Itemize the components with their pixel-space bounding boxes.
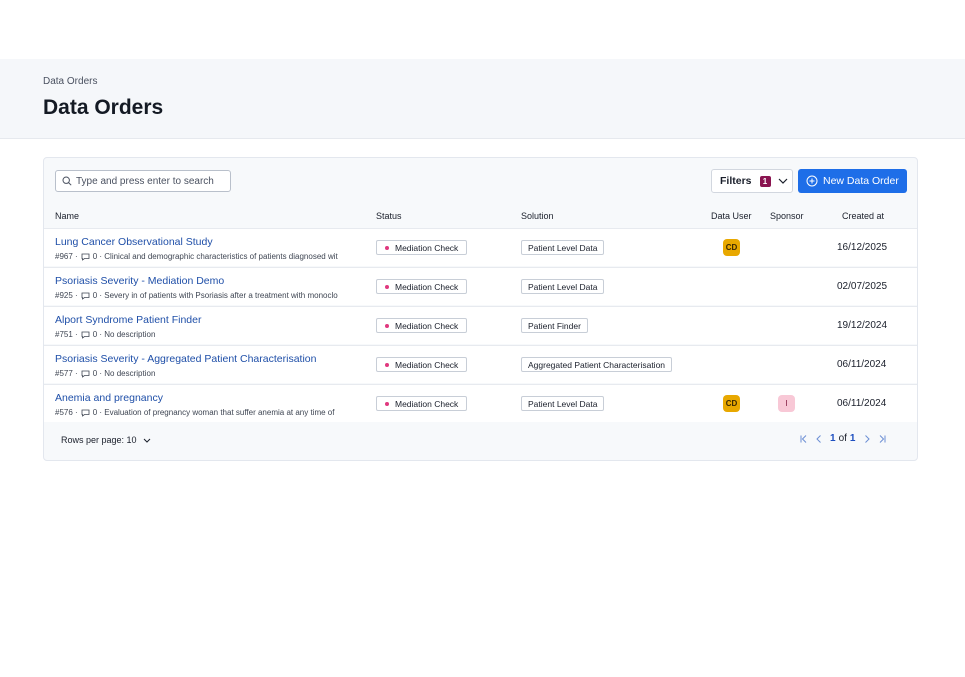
status-dot [385,245,389,250]
comment-count: 0 [92,291,98,300]
current-page: 1 [830,433,836,444]
order-description: · Severy in of patients with Psoriasis a… [99,291,338,300]
toolbar: Filters 1 New Data Order [44,158,917,204]
comment-icon [81,370,90,378]
table-row[interactable]: Anemia and pregnancy #576 · 0 · Evaluati… [44,384,917,422]
total-pages: 1 [849,433,856,444]
order-description: · No description [99,369,156,378]
created-date: 02/07/2025 [837,281,888,292]
comment-icon [81,409,90,417]
status-dot [385,284,389,289]
column-header-status[interactable]: Status [376,211,402,221]
order-id: #577 · [55,369,78,378]
order-name-link[interactable]: Alport Syndrome Patient Finder [55,314,202,326]
search-input[interactable] [76,175,226,187]
order-meta: #925 · 0 · Severy in of patients with Ps… [55,291,365,300]
created-date: 16/12/2025 [837,242,888,253]
order-name-link[interactable]: Psoriasis Severity - Aggregated Patient … [55,353,316,365]
table-footer: Rows per page: 10 1 of 1 [44,422,917,460]
comment-count: 0 [92,369,98,378]
comment-icon [81,292,90,300]
solution-tag: Patient Level Data [521,240,605,255]
comment-count: 0 [92,408,98,417]
order-meta: #967 · 0 · Clinical and demographic char… [55,252,365,261]
previous-page-icon[interactable] [811,434,826,444]
status-badge: Mediation Check [376,279,468,294]
pagination: 1 of 1 [796,433,889,444]
status-label: Mediation Check [395,242,459,253]
solution-tag: Patient Level Data [521,279,605,294]
column-header-data-user[interactable]: Data User [711,211,752,221]
solution-tag: Patient Finder [521,318,588,333]
created-date: 19/12/2024 [837,320,888,331]
order-id: #967 · [55,252,78,261]
last-page-icon[interactable] [874,434,889,444]
first-page-icon[interactable] [796,434,811,444]
order-meta: #576 · 0 · Evaluation of pregnancy woman… [55,408,365,417]
status-label: Mediation Check [395,398,459,409]
search-box[interactable] [55,170,231,192]
filters-count-badge: 1 [759,175,771,187]
plus-circle-icon [806,175,818,187]
data-user-avatar[interactable]: CD [723,239,740,256]
created-date: 06/11/2024 [837,359,887,370]
comment-count: 0 [92,252,98,261]
order-name-link[interactable]: Lung Cancer Observational Study [55,236,213,248]
order-name-link[interactable]: Anemia and pregnancy [55,392,163,404]
rows-per-page-label: Rows per page: 10 [61,435,137,445]
sponsor-avatar[interactable]: I [778,395,795,412]
chevron-down-icon [778,178,787,184]
chevron-down-icon [143,438,150,443]
column-header-sponsor[interactable]: Sponsor [770,211,804,221]
order-id: #576 · [55,408,78,417]
filters-button[interactable]: Filters 1 [711,169,793,193]
status-badge: Mediation Check [376,357,468,372]
new-data-order-label: New Data Order [823,175,899,187]
order-description: · Evaluation of pregnancy woman that suf… [99,408,335,417]
solution-tag: Aggregated Patient Characterisation [521,357,673,372]
page-title: Data Orders [43,96,164,119]
comment-icon [81,331,90,339]
status-badge: Mediation Check [376,396,468,411]
status-dot [385,362,389,367]
order-meta: #751 · 0 · No description [55,330,365,339]
order-meta: #577 · 0 · No description [55,369,365,378]
table-header: Name Status Solution Data User Sponsor C… [44,204,917,228]
next-page-icon[interactable] [859,434,874,444]
filters-label: Filters [720,175,752,187]
status-badge: Mediation Check [376,240,468,255]
column-header-name[interactable]: Name [55,211,79,221]
table-row[interactable]: Psoriasis Severity - Aggregated Patient … [44,345,917,383]
table-row[interactable]: Lung Cancer Observational Study #967 · 0… [44,228,917,266]
column-header-created[interactable]: Created at [842,211,884,221]
data-orders-card: Filters 1 New Data Order Name Status Sol… [43,157,918,461]
status-label: Mediation Check [395,359,459,370]
new-data-order-button[interactable]: New Data Order [798,169,907,193]
data-user-avatar[interactable]: CD [723,395,740,412]
status-label: Mediation Check [395,281,459,292]
comment-icon [81,253,90,261]
breadcrumb[interactable]: Data Orders [43,76,97,87]
order-name-link[interactable]: Psoriasis Severity - Mediation Demo [55,275,224,287]
status-dot [385,323,389,328]
order-id: #925 · [55,291,78,300]
order-description: · No description [99,330,156,339]
order-id: #751 · [55,330,78,339]
page-of-label: of [838,433,847,444]
comment-count: 0 [92,330,98,339]
status-dot [385,401,389,406]
search-icon [62,176,72,186]
solution-tag: Patient Level Data [521,396,605,411]
table-row[interactable]: Alport Syndrome Patient Finder #751 · 0 … [44,306,917,344]
order-description: · Clinical and demographic characteristi… [99,252,338,261]
created-date: 06/11/2024 [837,398,887,409]
rows-per-page-select[interactable]: Rows per page: 10 [61,435,151,445]
status-badge: Mediation Check [376,318,468,333]
status-label: Mediation Check [395,320,459,331]
table-row[interactable]: Psoriasis Severity - Mediation Demo #925… [44,267,917,305]
column-header-solution[interactable]: Solution [521,211,554,221]
